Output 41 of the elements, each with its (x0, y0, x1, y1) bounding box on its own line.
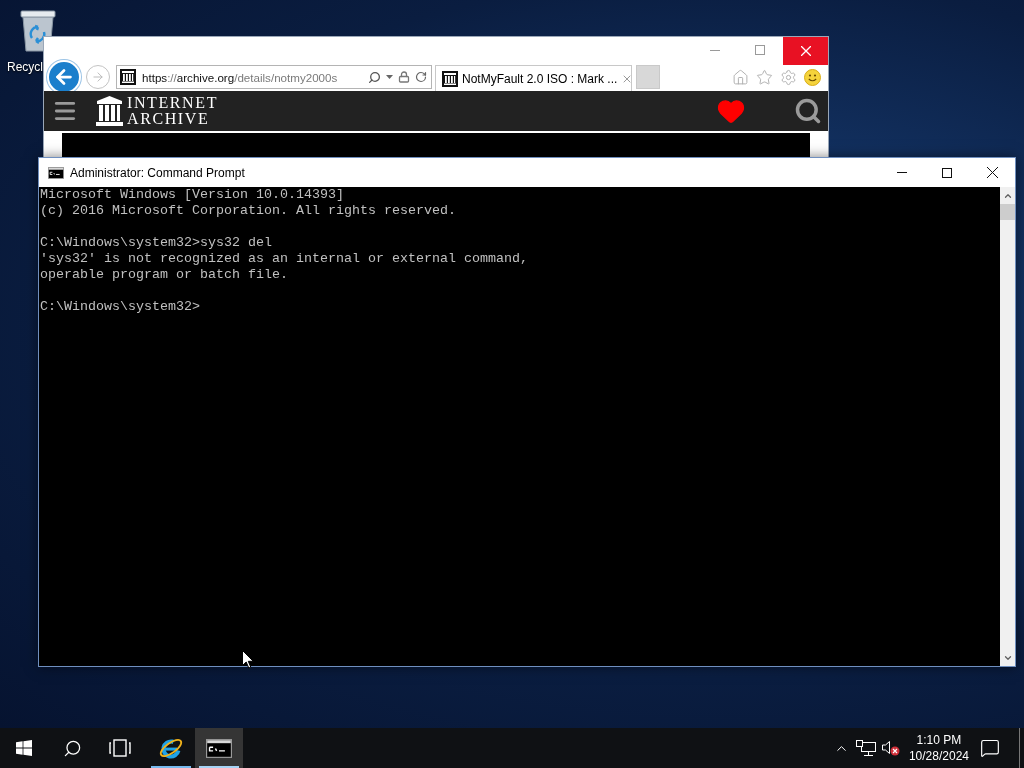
star-icon[interactable] (756, 68, 773, 86)
search-icon (62, 738, 82, 758)
console-line: C:\Windows\system32> (40, 299, 201, 315)
close-icon (986, 167, 998, 178)
console-line: 'sys32' is not recognized as an internal or external command, (40, 251, 529, 267)
smiley-icon[interactable] (804, 68, 821, 86)
caret-icon[interactable] (386, 75, 393, 79)
console-app-icon (48, 166, 64, 179)
maximize-icon (941, 167, 952, 178)
building-logo-icon[interactable] (96, 96, 123, 126)
address-field[interactable]: https://archive.org/details/notmy2000s (116, 65, 432, 89)
console-line: Microsoft Windows [Version 10.0.14393] (40, 187, 345, 203)
taskbar-app-button[interactable] (195, 728, 243, 768)
maximize-icon (755, 45, 765, 55)
windows-logo-icon (16, 740, 32, 756)
scrollbar[interactable] (1000, 187, 1015, 666)
notification-icon (980, 738, 1000, 758)
browser-tab[interactable]: NotMyFault 2.0 ISO : Mark ... (435, 65, 632, 91)
console-line: (c) 2016 Microsoft Corporation. All rights reserved. (40, 203, 457, 219)
minimize-icon (709, 49, 720, 51)
close-icon (800, 46, 811, 56)
window-title: Administrator: Command Prompt (70, 165, 245, 180)
console-line: operable program or batch file. (40, 267, 289, 283)
lock-icon (398, 71, 410, 83)
arrow-right-icon (91, 70, 105, 84)
logo-text[interactable]: INTERNET ARCHIVE (127, 95, 218, 127)
search-icon[interactable] (794, 97, 822, 125)
refresh-icon[interactable] (415, 71, 427, 83)
minimize-icon (896, 172, 907, 173)
building-favicon-icon (120, 69, 136, 85)
console-app-icon (206, 738, 232, 758)
network-icon (855, 739, 876, 757)
console-line: C:\Windows\system32>sys32 del (40, 235, 273, 251)
desktop-icon-label[interactable]: Recycl (7, 60, 43, 74)
back-button[interactable] (47, 60, 81, 94)
muted-speaker-icon (881, 740, 900, 756)
scrollbar-thumb[interactable] (1000, 204, 1015, 220)
task-view-icon (109, 739, 131, 757)
building-favicon-icon (442, 70, 458, 87)
clock-button[interactable]: 1:10 PM 10/28/2024 (902, 728, 975, 768)
search-icon[interactable] (368, 70, 381, 84)
